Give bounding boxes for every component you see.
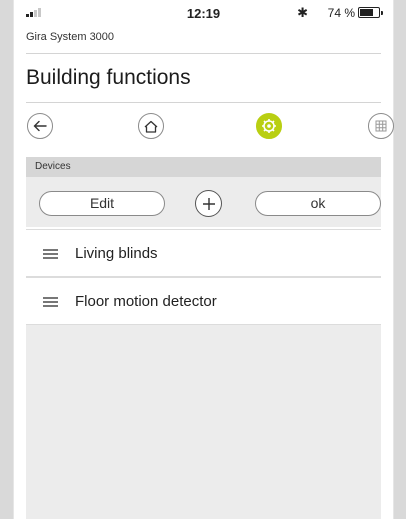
system-name: Gira System 3000	[26, 31, 115, 43]
gear-icon	[262, 119, 276, 133]
devices-section-header: Devices	[26, 157, 381, 177]
list-item[interactable]: Floor motion detector	[26, 277, 381, 325]
drag-handle-icon[interactable]	[43, 297, 58, 307]
app-screen: 12:19 ✱ 74 % Gira System 3000 Building f…	[13, 0, 394, 519]
back-arrow-icon	[33, 120, 47, 132]
home-icon	[144, 120, 158, 133]
grid-icon	[375, 120, 387, 132]
drag-handle-icon[interactable]	[43, 249, 58, 259]
divider	[26, 102, 381, 103]
settings-button[interactable]	[256, 113, 282, 139]
device-list: Living blinds Floor motion detector	[26, 229, 381, 519]
status-bar: 12:19 ✱ 74 %	[14, 0, 393, 26]
devices-toolbar: Edit ok	[26, 177, 381, 227]
navigation-bar	[14, 110, 394, 142]
device-name: Living blinds	[75, 245, 158, 262]
divider	[26, 53, 381, 54]
add-device-button[interactable]	[195, 190, 222, 217]
plus-icon	[202, 197, 215, 210]
edit-button[interactable]: Edit	[39, 191, 165, 216]
back-button[interactable]	[27, 113, 53, 139]
home-button[interactable]	[138, 113, 164, 139]
list-item[interactable]: Living blinds	[26, 229, 381, 277]
battery-icon	[358, 7, 383, 18]
device-name: Floor motion detector	[75, 293, 217, 310]
battery-percent: 74 %	[327, 6, 355, 20]
page-title: Building functions	[26, 66, 191, 89]
grid-button[interactable]	[368, 113, 394, 139]
bluetooth-icon: ✱	[297, 5, 308, 20]
ok-button[interactable]: ok	[255, 191, 381, 216]
